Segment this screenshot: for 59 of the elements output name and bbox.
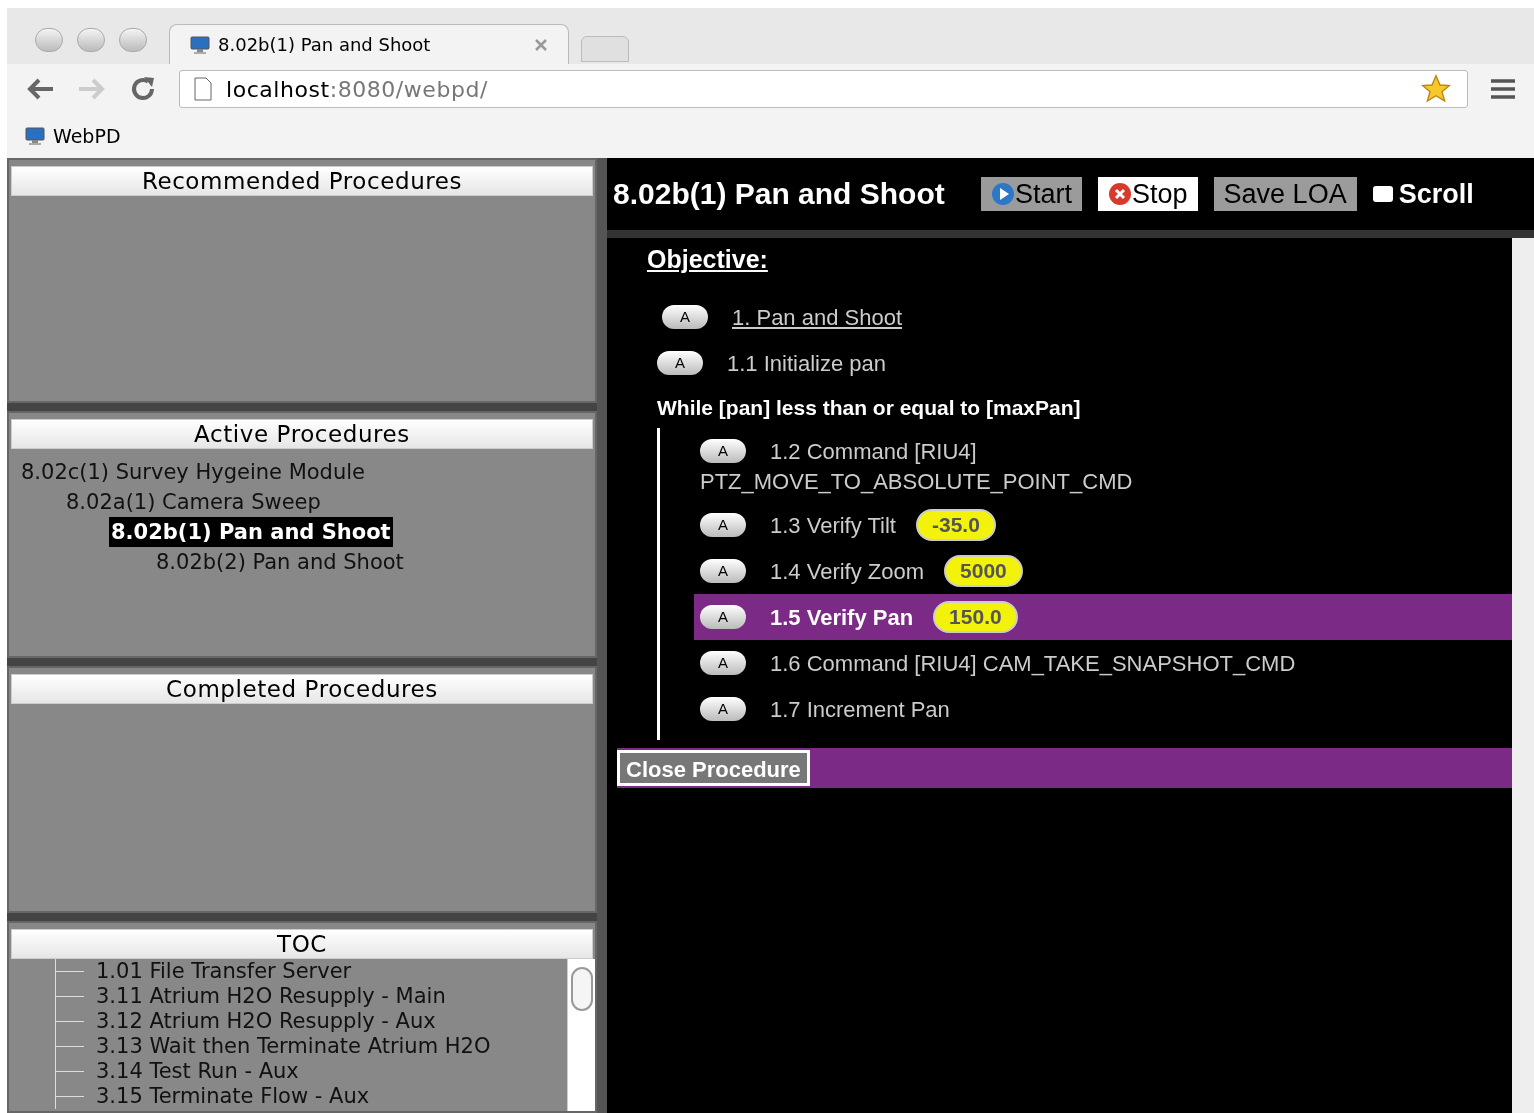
back-icon[interactable] xyxy=(25,77,55,101)
panel-header: Recommended Procedures xyxy=(11,166,593,196)
bookmark-item[interactable]: WebPD xyxy=(25,121,121,151)
step-text: 1.2 Command [RIU4] xyxy=(770,437,977,466)
step-link[interactable]: 1. Pan and Shoot xyxy=(732,300,903,334)
step-text: 1.3 Verify Tilt xyxy=(770,511,896,540)
status-badge[interactable]: A xyxy=(662,305,708,329)
close-procedure-button[interactable]: Close Procedure xyxy=(617,750,810,786)
page-icon xyxy=(194,77,212,101)
status-badge[interactable]: A xyxy=(657,351,703,375)
status-badge[interactable]: A xyxy=(700,559,746,583)
status-badge[interactable]: A xyxy=(700,439,746,463)
panel-header: TOC xyxy=(11,929,593,959)
reload-icon[interactable] xyxy=(129,75,157,103)
step-text: 1.4 Verify Zoom xyxy=(770,557,925,586)
step-text: 1.6 Command [RIU4] CAM_TAKE_SNAPSHOT_CMD xyxy=(770,649,1296,678)
status-badge[interactable]: A xyxy=(700,651,746,675)
scroll-checkbox[interactable] xyxy=(1372,186,1393,202)
procedure-title: 8.02b(1) Pan and Shoot xyxy=(612,177,946,211)
scrollbar[interactable] xyxy=(1512,238,1534,1113)
value-pill: 150.0 xyxy=(933,601,1018,633)
value-pill: 5000 xyxy=(944,555,1023,587)
procedure-item[interactable]: 8.02a(1) Camera Sweep xyxy=(64,487,323,517)
browser-tab[interactable]: 8.02b(1) Pan and Shoot xyxy=(169,24,569,64)
panel-header: Active Procedures xyxy=(11,419,593,449)
procedure-item[interactable]: 8.02c(1) Survey Hygeine Module xyxy=(19,457,368,487)
forward-icon[interactable] xyxy=(77,77,107,101)
scroll-label: Scroll xyxy=(1398,177,1474,211)
objective-heading: Objective: xyxy=(646,244,769,276)
close-icon[interactable] xyxy=(534,37,548,52)
panel-header: Completed Procedures xyxy=(11,674,593,704)
start-button[interactable]: Start xyxy=(981,177,1083,211)
step-text: 1.1 Initialize pan xyxy=(727,349,886,378)
step-detail: PTZ_MOVE_TO_ABSOLUTE_POINT_CMD xyxy=(700,468,1134,496)
window-control[interactable] xyxy=(35,28,63,52)
scrollbar[interactable] xyxy=(567,959,595,1111)
stop-icon xyxy=(1108,182,1133,206)
step-text: 1.7 Increment Pan xyxy=(770,695,950,724)
new-tab-button[interactable] xyxy=(581,36,629,62)
monitor-icon xyxy=(25,127,45,145)
tab-title: 8.02b(1) Pan and Shoot xyxy=(218,33,431,57)
window-control[interactable] xyxy=(77,28,105,52)
loop-condition: While [pan] less than or equal to [maxPan] xyxy=(657,395,1081,422)
window-control[interactable] xyxy=(119,28,147,52)
status-badge[interactable]: A xyxy=(700,697,746,721)
address-bar[interactable]: localhost:8080/webpd/ xyxy=(179,70,1468,108)
procedure-item[interactable]: 8.02b(2) Pan and Shoot xyxy=(154,547,406,577)
status-badge[interactable]: A xyxy=(700,513,746,537)
step-text: 1.5 Verify Pan xyxy=(770,603,914,632)
procedure-item[interactable]: 8.02b(1) Pan and Shoot xyxy=(109,517,393,547)
play-icon xyxy=(991,182,1015,206)
save-button[interactable]: Save LOA xyxy=(1213,177,1357,211)
status-badge[interactable]: A xyxy=(700,605,746,629)
value-pill: -35.0 xyxy=(915,509,996,541)
star-icon[interactable] xyxy=(1419,73,1453,105)
url-text: localhost:8080/webpd/ xyxy=(226,75,488,104)
stop-button[interactable]: Stop xyxy=(1098,177,1198,211)
menu-icon[interactable] xyxy=(1490,78,1516,100)
monitor-icon xyxy=(190,35,210,54)
